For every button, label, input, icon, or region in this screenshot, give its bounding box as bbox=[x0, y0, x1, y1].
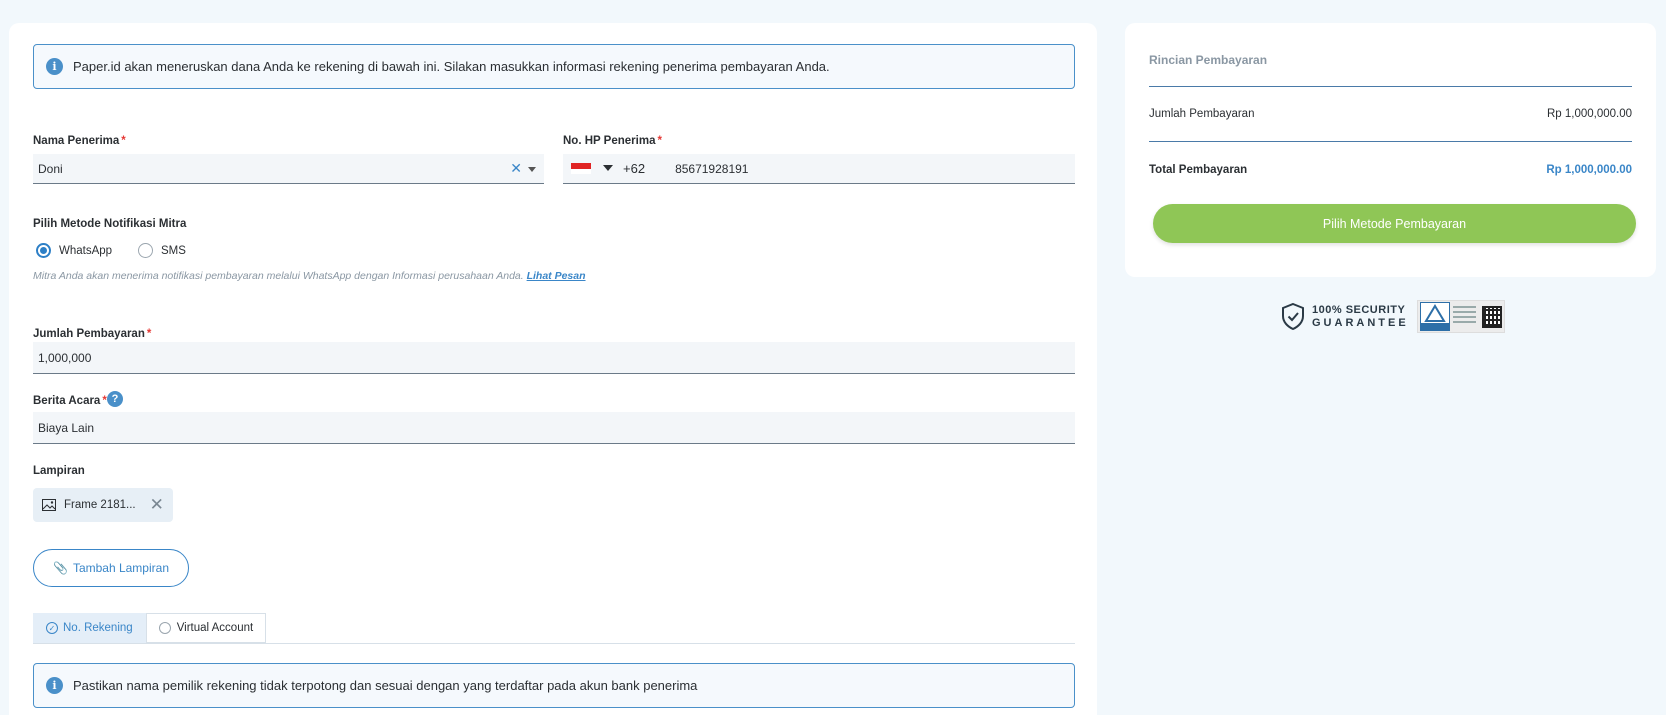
qr-code-icon bbox=[1481, 305, 1502, 328]
account-type-tabs: ✓ No. Rekening Virtual Account bbox=[33, 613, 267, 643]
divider bbox=[1149, 141, 1632, 142]
clear-icon[interactable]: ✕ bbox=[510, 160, 522, 177]
info-banner-top: i Paper.id akan meneruskan dana Anda ke … bbox=[33, 44, 1075, 89]
radio-whatsapp[interactable]: WhatsApp bbox=[36, 243, 112, 258]
radio-unselected-icon bbox=[158, 622, 171, 634]
attachment-label: Lampiran bbox=[33, 465, 85, 477]
radio-sms[interactable]: SMS bbox=[138, 243, 186, 258]
image-icon bbox=[42, 499, 56, 511]
info-icon: i bbox=[46, 677, 63, 694]
remove-attachment-icon[interactable]: ✕ bbox=[150, 495, 164, 515]
security-guarantee: 100% SECURITY GUARANTEE bbox=[1281, 300, 1505, 333]
radio-selected-icon[interactable] bbox=[36, 243, 51, 258]
radio-unselected-icon[interactable] bbox=[138, 243, 153, 258]
amount-input[interactable]: 1,000,000 bbox=[33, 342, 1075, 374]
memo-label: Berita Acara * bbox=[33, 395, 107, 407]
view-message-link[interactable]: Lihat Pesan bbox=[527, 270, 586, 282]
tab-bank-account[interactable]: ✓ No. Rekening bbox=[33, 613, 146, 643]
summary-total-row: Total Pembayaran Rp 1,000,000.00 bbox=[1149, 164, 1632, 176]
certification-logo bbox=[1419, 302, 1450, 331]
info-icon: i bbox=[46, 58, 63, 75]
tab-virtual-account[interactable]: Virtual Account bbox=[145, 613, 267, 643]
attachment-chip[interactable]: Frame 2181... ✕ bbox=[33, 488, 173, 522]
paperclip-icon: 📎 bbox=[52, 561, 68, 575]
amount-label: Jumlah Pembayaran * bbox=[33, 328, 152, 340]
recipient-name-value: Doni bbox=[38, 161, 63, 176]
notification-hint: Mitra Anda akan menerima notifikasi pemb… bbox=[33, 270, 586, 282]
tab-divider bbox=[33, 643, 1075, 644]
chevron-down-icon[interactable] bbox=[603, 165, 613, 171]
info-banner-text: Paper.id akan meneruskan dana Anda ke re… bbox=[73, 59, 830, 74]
pci-dss-badge bbox=[1416, 300, 1505, 333]
badge-text-lines bbox=[1452, 303, 1479, 331]
recipient-name-select[interactable]: Doni ✕ bbox=[33, 154, 544, 184]
indonesia-flag-icon[interactable] bbox=[571, 163, 591, 174]
add-attachment-button[interactable]: 📎 Tambah Lampiran bbox=[33, 549, 189, 587]
chevron-down-icon[interactable] bbox=[528, 167, 536, 172]
help-icon[interactable]: ? bbox=[107, 391, 123, 407]
check-circle-icon: ✓ bbox=[46, 622, 58, 634]
country-code: +62 bbox=[623, 161, 646, 176]
recipient-phone-label: No. HP Penerima * bbox=[563, 135, 662, 147]
attachment-file-name: Frame 2181... bbox=[64, 499, 136, 511]
payment-summary-card: Rincian Pembayaran Jumlah Pembayaran Rp … bbox=[1125, 23, 1656, 277]
notification-method-label: Pilih Metode Notifikasi Mitra bbox=[33, 218, 187, 230]
recipient-phone-field[interactable]: +62 85671928191 bbox=[563, 154, 1075, 184]
divider bbox=[1149, 86, 1632, 87]
summary-title: Rincian Pembayaran bbox=[1149, 53, 1268, 67]
info-banner-text: Pastikan nama pemilik rekening tidak ter… bbox=[73, 678, 698, 693]
shield-check-icon bbox=[1282, 303, 1304, 330]
phone-number-value: 85671928191 bbox=[675, 161, 749, 176]
recipient-name-label: Nama Penerima * bbox=[33, 135, 126, 147]
info-banner-bottom: i Pastikan nama pemilik rekening tidak t… bbox=[33, 663, 1075, 708]
memo-input[interactable]: Biaya Lain bbox=[33, 412, 1075, 444]
security-text: 100% SECURITY GUARANTEE bbox=[1312, 303, 1409, 329]
summary-amount-row: Jumlah Pembayaran Rp 1,000,000.00 bbox=[1149, 108, 1632, 120]
choose-payment-method-button[interactable]: Pilih Metode Pembayaran bbox=[1153, 204, 1636, 243]
